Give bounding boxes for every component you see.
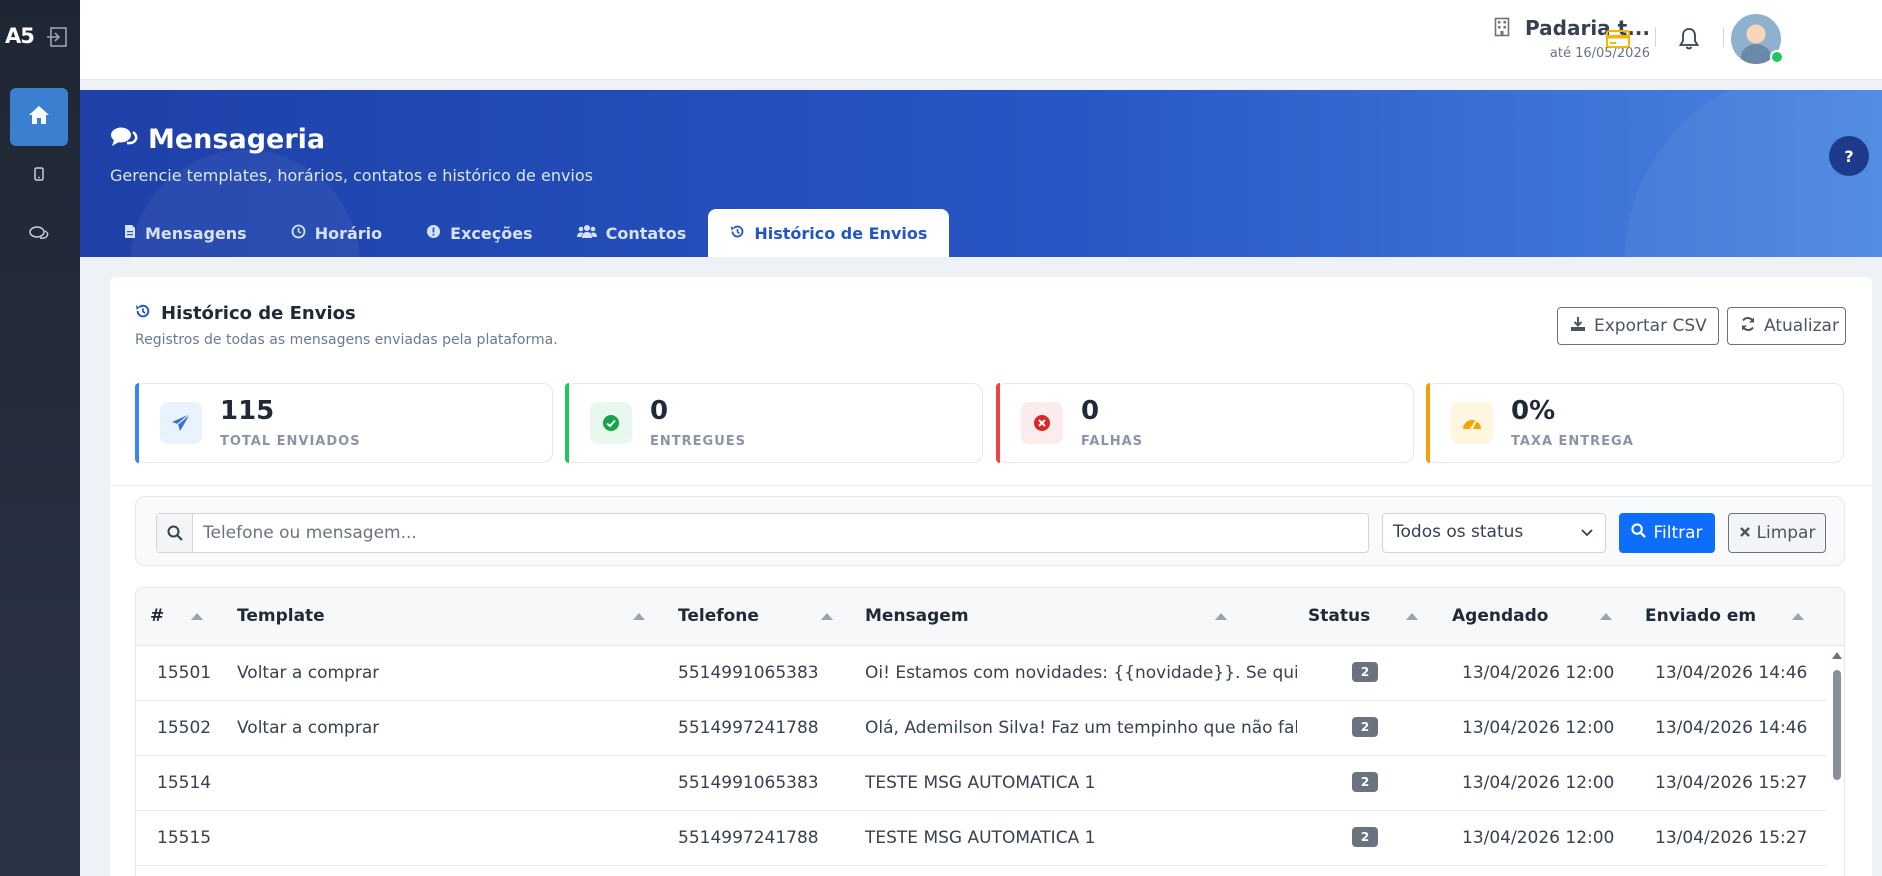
top-bar: Padaria t... até 16/05/2026 [80, 0, 1882, 80]
table-row[interactable]: 15501 Voltar a comprar 5514991065383 Oi!… [136, 646, 1826, 701]
stat-total-enviados: 115 TOTAL ENVIADOS [135, 383, 553, 463]
col-enviado-em[interactable]: Enviado em [1645, 606, 1756, 626]
chevron-down-icon [1579, 524, 1595, 545]
export-csv-button[interactable]: Exportar CSV [1557, 307, 1719, 345]
status-badge: 2 [1352, 827, 1378, 847]
table-scrollbar[interactable] [1830, 646, 1844, 876]
sort-icon[interactable] [1406, 613, 1418, 620]
col-agendado[interactable]: Agendado [1452, 606, 1548, 626]
sort-icon[interactable] [191, 613, 203, 620]
col-status[interactable]: Status [1308, 606, 1370, 626]
tab-excecoes[interactable]: Exceções [404, 209, 554, 257]
sort-icon[interactable] [1215, 613, 1227, 620]
scroll-thumb[interactable] [1833, 670, 1841, 780]
table-row[interactable]: 15515 5514997241788 TESTE MSG AUTOMATICA… [136, 811, 1826, 866]
mobile-icon [34, 166, 44, 185]
sidebar-item-mobile[interactable] [10, 155, 68, 195]
panel-subtitle: Registros de todas as mensagens enviadas… [135, 332, 558, 348]
comments-icon [110, 124, 138, 155]
divider [1655, 27, 1656, 47]
page-title: Mensageria [110, 124, 325, 155]
send-icon [160, 402, 202, 444]
sort-icon[interactable] [821, 613, 833, 620]
stat-taxa-entrega: 0% TAXA ENTREGA [1426, 383, 1844, 463]
users-icon [576, 224, 597, 243]
clock-icon [291, 224, 306, 243]
table-header: # Template Telefone Mensagem Status Agen… [136, 588, 1844, 646]
col-template[interactable]: Template [237, 606, 325, 626]
sidebar: A5 [0, 0, 80, 876]
stat-entregues: 0 ENTREGUES [565, 383, 983, 463]
sidebar-item-messages[interactable] [10, 216, 68, 256]
col-id[interactable]: # [150, 606, 164, 626]
refresh-icon [1740, 316, 1756, 337]
tab-historico-envios[interactable]: Histórico de Envios [708, 209, 950, 257]
tab-mensagens[interactable]: Mensagens [102, 209, 269, 257]
panel-title: Histórico de Envios [135, 303, 356, 324]
history-icon [135, 303, 151, 324]
bell-icon[interactable] [1675, 25, 1703, 53]
filter-button[interactable]: Filtrar [1619, 513, 1715, 553]
sidebar-item-home[interactable] [10, 88, 68, 146]
refresh-button[interactable]: Atualizar [1727, 307, 1846, 345]
history-panel: Histórico de Envios Registros de todas a… [110, 277, 1872, 876]
app-logo[interactable]: A5 [5, 24, 35, 48]
credit-card-icon[interactable] [1604, 25, 1632, 53]
table-row[interactable]: 15514 5514991065383 TESTE MSG AUTOMATICA… [136, 756, 1826, 811]
x-circle-icon [1021, 402, 1063, 444]
status-badge: 2 [1352, 772, 1378, 792]
home-icon [28, 105, 50, 129]
company-valid-until: até 16/05/2026 [1549, 46, 1650, 61]
file-icon [124, 224, 136, 243]
search-icon [157, 514, 193, 552]
download-icon [1570, 316, 1586, 337]
status-badge: 2 [1352, 662, 1378, 682]
help-button[interactable]: ? [1829, 136, 1869, 176]
tab-horario[interactable]: Horário [269, 209, 404, 257]
search-icon [1631, 523, 1647, 543]
sort-icon[interactable] [1600, 613, 1612, 620]
tab-contatos[interactable]: Contatos [555, 209, 709, 257]
table-row[interactable]: 15502 Voltar a comprar 5514997241788 Olá… [136, 701, 1826, 756]
filter-bar: Todos os status Filtrar Limpar [135, 496, 1845, 566]
page-header: Mensageria Gerencie templates, horários,… [80, 90, 1882, 257]
stat-falhas: 0 FALHAS [996, 383, 1414, 463]
search-input[interactable] [203, 520, 1353, 546]
clear-button[interactable]: Limpar [1728, 513, 1826, 553]
col-telefone[interactable]: Telefone [678, 606, 759, 626]
scroll-up-arrow[interactable] [1832, 652, 1842, 659]
history-icon [730, 224, 745, 243]
gauge-icon [1451, 402, 1493, 444]
search-box [156, 513, 1369, 553]
col-mensagem[interactable]: Mensagem [865, 606, 969, 626]
sort-icon[interactable] [633, 613, 645, 620]
check-circle-icon [590, 402, 632, 444]
sort-icon[interactable] [1792, 613, 1804, 620]
tab-bar: Mensagens Horário Exceções Contatos Hist… [102, 209, 950, 257]
page-subtitle: Gerencie templates, horários, contatos e… [110, 166, 593, 185]
alert-icon [426, 224, 441, 243]
history-table: # Template Telefone Mensagem Status Agen… [135, 587, 1845, 876]
close-icon [1739, 523, 1751, 543]
status-select[interactable]: Todos os status [1382, 513, 1606, 553]
collapse-sidebar-icon[interactable] [46, 26, 68, 48]
divider [110, 485, 1872, 486]
online-status-dot [1770, 50, 1784, 64]
chat-icon [29, 226, 49, 246]
divider [1723, 27, 1724, 47]
status-badge: 2 [1352, 717, 1378, 737]
